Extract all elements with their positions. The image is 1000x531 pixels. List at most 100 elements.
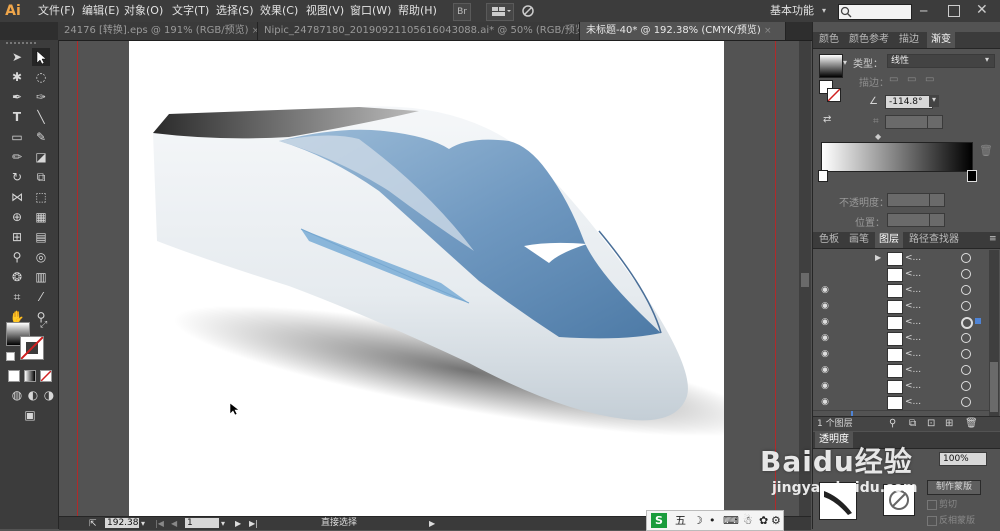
minimize-icon[interactable]: ─ — [920, 5, 932, 17]
free-transform-tool-icon[interactable]: ⬚ — [32, 188, 50, 206]
artboard[interactable] — [129, 41, 765, 516]
gpu-performance-icon[interactable] — [520, 4, 536, 18]
expand-icon[interactable]: ▶ — [875, 250, 881, 266]
target-icon[interactable] — [961, 381, 971, 391]
target-icon[interactable] — [961, 349, 971, 359]
tab-color-guide[interactable]: 颜色参考 — [845, 32, 893, 48]
layer-name[interactable]: <... — [905, 314, 921, 330]
layer-row[interactable]: <... — [813, 266, 989, 283]
visibility-icon[interactable]: ◉ — [817, 347, 833, 361]
target-icon[interactable] — [961, 397, 971, 407]
new-sublayer-icon[interactable]: ⊡ — [927, 417, 935, 431]
target-icon[interactable] — [961, 253, 971, 263]
pencil-tool-icon[interactable]: ✏ — [8, 148, 26, 166]
stroke-along-icon[interactable]: ▭ — [907, 74, 919, 86]
tools-icon[interactable]: ✿ — [759, 511, 768, 530]
gradient-slider[interactable] — [821, 142, 973, 172]
layer-name[interactable]: <... — [905, 282, 921, 298]
shape-builder-tool-icon[interactable]: ⊕ — [8, 208, 26, 226]
location-dropdown[interactable] — [929, 213, 945, 227]
visibility-icon[interactable]: ◉ — [817, 283, 833, 297]
gradient-type-dropdown-icon[interactable]: ▾ — [985, 55, 989, 64]
eraser-tool-icon[interactable]: ◪ — [32, 148, 50, 166]
tab-color[interactable]: 颜色 — [815, 32, 843, 48]
visibility-icon[interactable]: ◉ — [817, 331, 833, 345]
gradient-location-input[interactable] — [887, 213, 935, 227]
scale-tool-icon[interactable]: ⧉ — [32, 168, 50, 186]
prev-page-icon[interactable]: ◀ — [171, 517, 177, 530]
opacity-dropdown[interactable] — [929, 193, 945, 207]
symbol-sprayer-tool-icon[interactable]: ❂ — [8, 268, 26, 286]
rotate-tool-icon[interactable]: ↻ — [8, 168, 26, 186]
menu-file[interactable]: 文件(F) — [38, 0, 75, 22]
tab-pathfinder[interactable]: 路径查找器 — [905, 232, 963, 248]
invert-mask-checkbox[interactable] — [927, 516, 937, 526]
settings-icon[interactable]: ⚙ — [771, 511, 781, 530]
paintbrush-tool-icon[interactable]: ✎ — [32, 128, 50, 146]
target-icon[interactable] — [961, 285, 971, 295]
half-width-icon[interactable]: ☽ — [693, 511, 703, 530]
gradient-tool-icon[interactable]: ▤ — [32, 228, 50, 246]
selection-indicator[interactable] — [975, 318, 981, 324]
target-icon[interactable] — [961, 317, 973, 329]
layer-row-selected[interactable]: ◉ <... — [813, 314, 989, 331]
make-clipping-mask-icon[interactable]: ⧉ — [909, 417, 916, 431]
first-page-icon[interactable]: |◀ — [155, 517, 164, 530]
stroke-none-swatch[interactable] — [827, 88, 841, 102]
rectangle-tool-icon[interactable]: ▭ — [8, 128, 26, 146]
aspect-dropdown[interactable] — [927, 115, 943, 129]
tab-close-icon[interactable]: × — [764, 26, 772, 36]
menu-effect[interactable]: 效果(C) — [260, 0, 298, 22]
blend-tool-icon[interactable]: ◎ — [32, 248, 50, 266]
gradient-type-select[interactable]: 线性 — [887, 54, 995, 68]
layer-name[interactable]: <... — [905, 250, 921, 266]
tab-brushes[interactable]: 画笔 — [845, 232, 873, 248]
visibility-icon[interactable] — [817, 251, 833, 265]
transparency-opacity-input[interactable]: 100% — [939, 452, 987, 466]
target-icon[interactable] — [961, 301, 971, 311]
next-page-icon[interactable]: ▶ — [235, 517, 241, 530]
export-icon[interactable]: ⇱ — [89, 518, 99, 529]
reverse-gradient-icon[interactable]: ⇄ — [823, 114, 831, 125]
layer-name[interactable]: <... — [905, 378, 921, 394]
gradient-stop-white[interactable] — [818, 170, 828, 182]
visibility-icon[interactable]: ◉ — [817, 299, 833, 313]
swap-fill-stroke-icon[interactable]: ⤢ — [40, 320, 47, 330]
lasso-tool-icon[interactable]: ◌ — [32, 68, 50, 86]
direct-selection-tool-icon[interactable] — [32, 48, 50, 66]
panel-menu-icon[interactable]: ≡ — [989, 234, 997, 244]
default-colors-icon[interactable] — [6, 352, 15, 361]
menu-type[interactable]: 文字(T) — [172, 0, 209, 22]
zoom-dropdown-icon[interactable]: ▾ — [141, 517, 145, 530]
width-tool-icon[interactable]: ⋈ — [8, 188, 26, 206]
layer-row[interactable]: ◉ <... — [813, 346, 989, 363]
slice-tool-icon[interactable]: ⁄ — [32, 288, 50, 306]
visibility-icon[interactable]: ◉ — [817, 395, 833, 409]
punctuation-icon[interactable]: • — [709, 511, 716, 530]
scrollbar-thumb[interactable] — [801, 273, 809, 287]
close-window-icon[interactable]: ✕ — [976, 2, 990, 18]
mesh-tool-icon[interactable]: ⊞ — [8, 228, 26, 246]
gradient-opacity-input[interactable] — [887, 193, 935, 207]
menu-window[interactable]: 窗口(W) — [350, 0, 391, 22]
color-mode-icon[interactable] — [8, 370, 20, 382]
stroke-across-icon[interactable]: ▭ — [925, 74, 937, 86]
artboard-tool-icon[interactable]: ⌗ — [8, 288, 26, 306]
last-page-icon[interactable]: ▶| — [249, 517, 258, 530]
visibility-icon[interactable]: ◉ — [817, 363, 833, 377]
tab-stroke[interactable]: 描边 — [895, 32, 923, 48]
tab-gradient[interactable]: 渐变 — [927, 32, 955, 48]
target-icon[interactable] — [961, 269, 971, 279]
page-dropdown-icon[interactable]: ▾ — [221, 517, 225, 530]
line-tool-icon[interactable]: ╲ — [32, 108, 50, 126]
new-layer-icon[interactable]: ⊞ — [945, 417, 953, 431]
target-icon[interactable] — [961, 333, 971, 343]
skin-icon[interactable]: ☃ — [743, 511, 753, 530]
layer-name[interactable]: <... — [905, 362, 921, 378]
tab-swatches[interactable]: 色板 — [815, 232, 843, 248]
layer-name[interactable]: <... — [905, 394, 921, 410]
none-mode-icon[interactable] — [40, 370, 52, 382]
tab-document-2[interactable]: Nipic_24787180_20190921105616043088.ai* … — [258, 22, 580, 40]
zoom-field[interactable]: 192.38 — [105, 518, 139, 528]
make-mask-button[interactable]: 制作蒙版 — [927, 480, 981, 495]
